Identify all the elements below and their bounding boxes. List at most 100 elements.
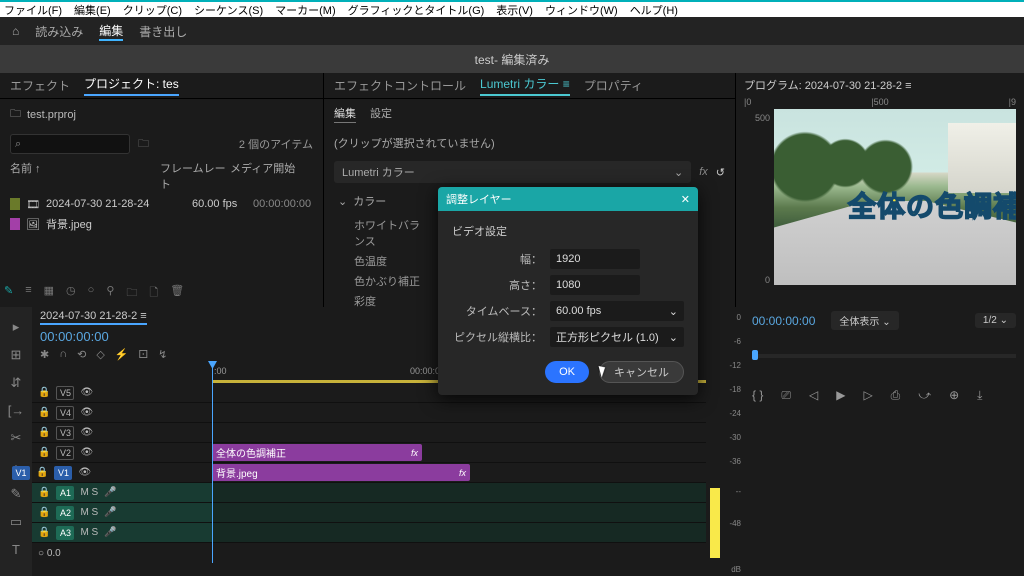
home-icon[interactable]: ⌂	[12, 24, 19, 38]
list-view-icon[interactable]: ≡	[25, 284, 31, 303]
cc-icon[interactable]: ⚀	[139, 348, 149, 361]
freeform-icon[interactable]: ◷	[66, 284, 76, 303]
ws-import[interactable]: 読み込み	[35, 23, 83, 40]
close-icon[interactable]: ✕	[681, 193, 690, 206]
menu-view[interactable]: 表示(V)	[496, 2, 533, 18]
bin-icon[interactable]: 🗀	[138, 135, 149, 154]
menu-window[interactable]: ウィンドウ(W)	[545, 2, 618, 18]
zoom-slider-icon[interactable]: ○	[88, 284, 95, 303]
ms-label[interactable]: M S	[80, 487, 98, 498]
eye-icon[interactable]: 👁	[80, 387, 93, 398]
linked-icon[interactable]: ∩	[59, 348, 67, 361]
menu-sequence[interactable]: シーケンス(S)	[194, 2, 263, 18]
os-menubar[interactable]: ファイル(F) 編集(E) クリップ(C) シーケンス(S) マーカー(M) グ…	[0, 0, 1024, 17]
eye-icon[interactable]: 👁	[80, 407, 93, 418]
tab-effect-controls[interactable]: エフェクトコントロール	[334, 77, 466, 94]
ws-edit[interactable]: 編集	[99, 22, 123, 41]
step-fwd-icon[interactable]: ⎙	[891, 388, 901, 403]
selection-tool-icon[interactable]: ▸	[13, 319, 20, 335]
tab-project[interactable]: プロジェクト: tes	[84, 75, 179, 96]
lock-icon[interactable]: 🔒	[38, 447, 50, 458]
lock-icon[interactable]: 🔒	[38, 427, 50, 438]
eye-icon[interactable]: 👁	[80, 427, 93, 438]
eye-icon[interactable]: 👁	[80, 447, 93, 458]
ripple-icon[interactable]: ⇵	[11, 375, 22, 391]
new-item-icon[interactable]: 🗋	[149, 284, 158, 303]
menu-graphics[interactable]: グラフィックとタイトル(G)	[348, 2, 485, 18]
track-v4[interactable]: 🔒V4👁	[32, 403, 212, 423]
menu-file[interactable]: ファイル(F)	[4, 2, 62, 18]
mic-icon[interactable]: 🎤	[104, 527, 116, 538]
lock-icon[interactable]: 🔒	[38, 527, 50, 538]
slip-icon[interactable]: [→	[8, 403, 25, 418]
next-frame-icon[interactable]: ▷	[863, 388, 872, 403]
sequence-tab[interactable]: 2024-07-30 21-28-2 ≡	[40, 310, 147, 325]
timebase-select[interactable]: 60.00 fps⌄	[550, 301, 684, 321]
track-select-icon[interactable]: ⊞	[11, 347, 22, 363]
program-tc[interactable]: 00:00:00:00	[752, 314, 815, 328]
row-a1[interactable]	[212, 483, 706, 503]
program-scrubber[interactable]	[752, 354, 1016, 358]
source-patch[interactable]: V1	[12, 466, 30, 480]
clip-background[interactable]: 背景.jpegfx	[212, 464, 470, 481]
track-toggle[interactable]: V3	[56, 426, 74, 440]
dialog-titlebar[interactable]: 調整レイヤー ✕	[438, 187, 698, 211]
eye-icon[interactable]: 👁	[78, 467, 91, 478]
tab-lumetri[interactable]: Lumetri カラー ≡	[480, 75, 570, 96]
fx-icon[interactable]: fx	[699, 166, 708, 178]
row-v1[interactable]: 背景.jpegfx	[212, 463, 706, 483]
menu-clip[interactable]: クリップ(C)	[123, 2, 182, 18]
razor-icon[interactable]: ✂	[11, 430, 22, 446]
settings-icon[interactable]: ◇	[96, 348, 104, 361]
playhead[interactable]	[212, 363, 213, 563]
col-start[interactable]: メディア開始	[230, 160, 295, 192]
track-a2[interactable]: 🔒A2M S🎤	[32, 503, 212, 523]
track-toggle[interactable]: V1	[54, 466, 72, 480]
track-v2[interactable]: 🔒 V2 👁	[32, 443, 212, 463]
marker-icon[interactable]: ⟲	[77, 348, 86, 361]
rect-icon[interactable]: ▭	[10, 514, 22, 530]
t-icon[interactable]: ↯	[158, 348, 167, 361]
subtab-settings[interactable]: 設定	[370, 105, 392, 123]
track-a1[interactable]: 🔒A1M S🎤	[32, 483, 212, 503]
track-v5[interactable]: 🔒 V5 👁	[32, 383, 212, 403]
mic-icon[interactable]: 🎤	[104, 487, 116, 498]
row-a3[interactable]	[212, 523, 706, 543]
snap-icon[interactable]: ✱	[40, 348, 49, 361]
reset-icon[interactable]: ↺	[716, 166, 725, 179]
row-v2[interactable]: 全体の色調補正fx	[212, 443, 706, 463]
track-toggle[interactable]: V2	[56, 446, 74, 460]
lock-icon[interactable]: 🔒	[38, 487, 50, 498]
pen-icon[interactable]: ✎	[11, 486, 22, 502]
row-a2[interactable]	[212, 503, 706, 523]
project-row[interactable]: 🎞 2024-07-30 21-28-24 60.00 fps 00:00:00…	[0, 194, 323, 214]
program-preview[interactable]: 全体の色調補	[774, 109, 1016, 285]
lift-icon[interactable]: ⤻	[918, 388, 931, 403]
search-input[interactable]: ⌕	[10, 134, 130, 154]
cancel-button[interactable]: キャンセル	[599, 361, 684, 383]
tab-properties[interactable]: プロパティ	[584, 77, 643, 94]
tab-effects[interactable]: エフェクト	[10, 77, 70, 94]
height-input[interactable]: 1080	[550, 275, 640, 295]
mic-icon[interactable]: 🎤	[104, 507, 116, 518]
width-input[interactable]: 1920	[550, 249, 640, 269]
lumetri-dropdown[interactable]: Lumetri カラー ⌄	[334, 161, 691, 183]
resolution-select[interactable]: 1/2 ⌄	[975, 313, 1016, 328]
track-toggle[interactable]: V5	[56, 386, 74, 400]
prev-frame-icon[interactable]: ◁	[809, 388, 818, 403]
lock-icon[interactable]: 🔒	[38, 387, 50, 398]
track-toggle[interactable]: A3	[56, 526, 74, 540]
subtab-edit[interactable]: 編集	[334, 105, 356, 123]
track-a3[interactable]: 🔒A3M S🎤	[32, 523, 212, 543]
lock-icon[interactable]: 🔒	[38, 507, 50, 518]
ws-export[interactable]: 書き出し	[139, 23, 187, 40]
col-framerate[interactable]: フレームレート	[160, 160, 230, 192]
ok-button[interactable]: OK	[545, 361, 589, 383]
trash-icon[interactable]: 🗑	[170, 284, 184, 303]
in-out-icon[interactable]: { }	[752, 388, 763, 403]
wrench-icon[interactable]: ⚡	[115, 348, 129, 361]
clip-adjustment[interactable]: 全体の色調補正fx	[212, 444, 422, 461]
pencil-icon[interactable]: ✎	[4, 284, 13, 303]
par-select[interactable]: 正方形ピクセル (1.0)⌄	[550, 327, 684, 347]
track-toggle[interactable]: A2	[56, 506, 74, 520]
